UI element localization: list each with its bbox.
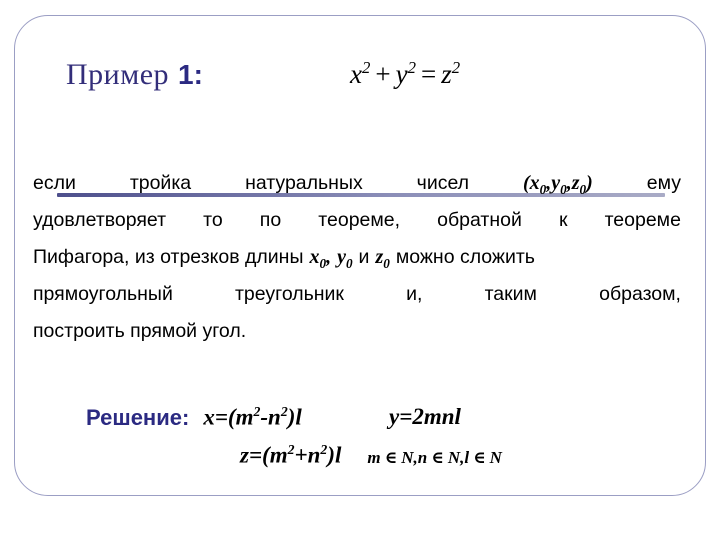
body-word: тройка: [129, 172, 192, 194]
page-title: Пример 1:: [66, 60, 203, 90]
cond-n: n: [417, 447, 428, 467]
formula-x-n: n: [268, 404, 281, 430]
body-line-2: удовлетворяет то по теореме, обратной к …: [33, 209, 681, 246]
var-x: x: [309, 246, 320, 268]
body-word: то: [203, 209, 223, 231]
formula-x-minus: -: [260, 404, 269, 430]
formula-x-lhs: x=(: [203, 404, 236, 430]
solution-formula-x: x=(m2-n2)l: [203, 404, 302, 431]
triple-y: y: [551, 172, 561, 194]
formula-z: z: [441, 59, 452, 89]
body-word: натуральных: [245, 172, 363, 194]
formula-z-plus: +: [294, 442, 308, 468]
cond-N-2: N,: [447, 447, 465, 467]
formula-x-rhs: )l: [287, 404, 302, 430]
cond-in-2: ∈: [431, 447, 444, 467]
title-word: Пример: [66, 58, 170, 91]
formula-y: y: [395, 59, 408, 89]
slide-canvas: Пример 1: x2 + y2 = z2 если тройка натуральны…: [0, 0, 720, 540]
body-word: по: [259, 209, 282, 231]
body-word: обратной: [437, 209, 522, 231]
title-number: 1:: [178, 59, 203, 90]
formula-plus: +: [375, 59, 391, 89]
body-word: чисел: [416, 172, 470, 194]
formula-x: x: [350, 59, 362, 89]
body-word: треугольник: [234, 283, 344, 305]
solution-label: Решение:: [86, 404, 190, 430]
body-word: и: [358, 246, 370, 268]
formula-z-n: n: [307, 442, 321, 468]
body-word: Пифагора, из отрезков длины: [33, 246, 304, 268]
formula-z-rhs: )l: [327, 442, 342, 468]
triple-paren-open: (: [522, 172, 530, 194]
solution-formula-z: z=(m2+n2)l: [240, 442, 341, 469]
formula-z-lhs: z=(: [240, 442, 270, 468]
var-comma: ,: [326, 246, 332, 268]
triple-paren-close: ): [586, 172, 593, 194]
formula-x-n-exponent: 2: [280, 404, 288, 419]
body-line-4: прямоугольный треугольник и, таким образ…: [33, 283, 681, 320]
formula-x-exponent: 2: [361, 58, 371, 77]
cond-N-3: N: [489, 447, 502, 467]
segment-variable-x: x0,: [309, 246, 331, 272]
body-word: прямоугольный: [33, 283, 173, 305]
body-line-3: Пифагора, из отрезков длины x0, y0 и z0 …: [33, 246, 681, 283]
body-line-5: построить прямой угол.: [33, 320, 681, 357]
body-word: если: [33, 172, 76, 194]
var-y: y: [337, 246, 346, 268]
body-line-1: если тройка натуральных чисел (x0,y0,z0)…: [33, 172, 681, 209]
body-word: таким: [484, 283, 537, 305]
triple-z: z: [571, 172, 580, 194]
triple-x: x: [529, 172, 540, 194]
solution-line-2: z=(m2+n2)l m ∈ N,n ∈ N,l ∈ N: [240, 442, 502, 469]
body-word: ему: [646, 172, 681, 194]
body-word: построить прямой угол.: [33, 320, 247, 342]
body-word: образом,: [599, 283, 681, 305]
title-row: Пример 1: x2 + y2 = z2: [0, 58, 720, 197]
body-paragraph: если тройка натуральных чисел (x0,y0,z0)…: [33, 172, 681, 357]
solution-condition: m ∈ N,n ∈ N,l ∈ N: [367, 448, 502, 468]
cond-l: l: [464, 447, 470, 467]
body-word: можно сложить: [395, 246, 535, 268]
triple-notation: (x0,y0,z0): [523, 172, 593, 198]
pythagorean-formula: x2 + y2 = z2: [350, 58, 460, 90]
cond-in-3: ∈: [473, 447, 486, 467]
body-word: и,: [406, 283, 423, 305]
body-word: удовлетворяет: [33, 209, 167, 231]
formula-z-m-exponent: 2: [287, 442, 295, 457]
triple-y-subscript: 0: [560, 182, 567, 197]
formula-z-m: m: [269, 442, 288, 468]
var-y-subscript: 0: [345, 256, 353, 271]
segment-variable-y: y0: [337, 246, 352, 272]
var-z-subscript: 0: [383, 256, 390, 271]
body-word: теореме,: [318, 209, 401, 231]
formula-equals: =: [420, 59, 437, 89]
cond-m: m: [367, 447, 381, 467]
cond-in-1: ∈: [384, 447, 398, 467]
formula-z-exponent: 2: [451, 58, 461, 77]
formula-x-m: m: [235, 404, 254, 430]
cond-N-1: N,: [401, 447, 418, 467]
formula-y-exponent: 2: [407, 58, 416, 77]
body-word: теореме: [604, 209, 681, 231]
segment-variable-z: z0: [375, 246, 389, 272]
solution-line-1: Решение: x=(m2-n2)l: [86, 404, 302, 431]
body-word: к: [558, 209, 568, 231]
solution-formula-y: y=2mnl: [389, 404, 461, 429]
